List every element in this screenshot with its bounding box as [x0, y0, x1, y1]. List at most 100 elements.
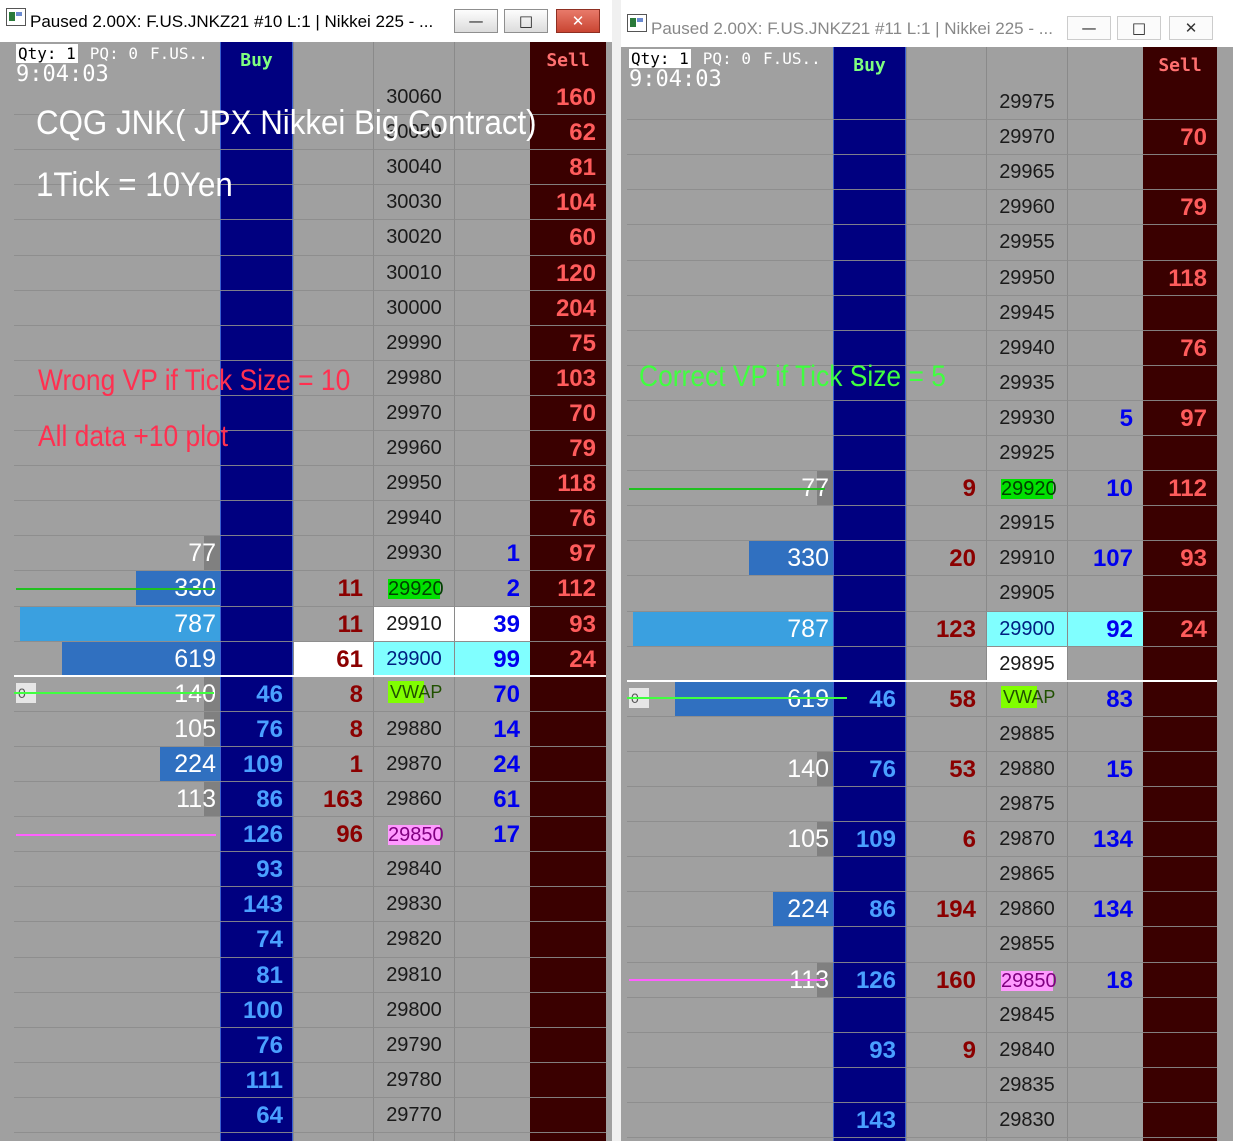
sell-size[interactable]: 75 [530, 326, 606, 361]
buy-size[interactable]: 46 [220, 677, 293, 712]
bid-traded[interactable]: 53 [907, 752, 986, 786]
bid-traded[interactable]: 8 [294, 712, 373, 746]
bid-traded[interactable]: 11 [294, 571, 373, 605]
bid-traded[interactable]: 9 [907, 471, 986, 505]
price-cell[interactable]: 30030 [374, 185, 454, 219]
price-cell[interactable]: 29875 [987, 787, 1067, 821]
right-title-bar[interactable]: Paused 2.00X: F.US.JNKZ21 #11 L:1 | Nikk… [621, 0, 1233, 47]
bid-traded[interactable]: 20 [907, 541, 986, 575]
price-cell[interactable]: 29845 [987, 998, 1067, 1032]
price-cell[interactable]: 29880 [987, 752, 1067, 786]
buy-size[interactable]: 143 [833, 1103, 906, 1138]
sell-size[interactable]: 79 [1143, 190, 1217, 225]
price-cell[interactable]: 29955 [987, 225, 1067, 259]
bid-traded[interactable]: 1 [294, 747, 373, 781]
price-cell[interactable]: 29830 [987, 1103, 1067, 1137]
price-cell[interactable]: 29850 [987, 963, 1067, 997]
ask-traded[interactable]: 5 [1068, 401, 1143, 435]
price-cell[interactable]: 29860 [987, 892, 1067, 926]
close-button[interactable]: ✕ [556, 9, 600, 33]
buy-header[interactable]: Buy [220, 42, 293, 80]
buy-size[interactable]: 74 [220, 922, 293, 957]
buy-size[interactable]: 86 [833, 892, 906, 927]
sell-size[interactable]: 24 [1143, 612, 1217, 647]
price-cell[interactable]: 29980 [374, 361, 454, 395]
price-cell[interactable]: 29835 [987, 1068, 1067, 1102]
price-cell[interactable]: 29925 [987, 436, 1067, 470]
ask-traded[interactable]: 107 [1068, 541, 1143, 575]
price-cell[interactable]: 30000 [374, 291, 454, 325]
price-cell[interactable]: 29885 [987, 717, 1067, 751]
ask-traded[interactable]: 70 [455, 677, 530, 711]
sell-size[interactable]: 81 [530, 150, 606, 185]
price-cell[interactable]: 29940 [374, 501, 454, 535]
bid-traded[interactable]: 163 [294, 782, 373, 816]
price-cell[interactable]: 29840 [987, 1033, 1067, 1067]
ask-traded[interactable]: 14 [455, 712, 530, 746]
buy-size[interactable]: 126 [220, 817, 293, 852]
price-cell[interactable]: 29930 [987, 401, 1067, 435]
price-cell[interactable]: 29910 [987, 541, 1067, 575]
minimize-button[interactable]: — [1067, 16, 1111, 40]
price-cell[interactable]: 29950 [374, 466, 454, 500]
price-cell[interactable]: 29820 [374, 922, 454, 956]
price-cell[interactable]: 29920 [987, 471, 1067, 505]
buy-size[interactable]: 64 [220, 1098, 293, 1133]
buy-header[interactable]: Buy [833, 47, 906, 85]
ask-traded[interactable]: 10 [1068, 471, 1143, 505]
sell-size[interactable]: 104 [530, 185, 606, 220]
sell-size[interactable]: 97 [530, 536, 606, 571]
price-cell[interactable]: 29895 [987, 646, 1067, 681]
price-cell[interactable]: 29940 [987, 331, 1067, 365]
price-cell[interactable]: 29850 [374, 817, 454, 851]
minimize-button[interactable]: — [454, 9, 498, 33]
ask-traded[interactable]: 15 [1068, 752, 1143, 786]
close-button[interactable]: ✕ [1169, 16, 1213, 40]
sell-size[interactable]: 76 [1143, 331, 1217, 366]
price-cell[interactable]: 29970 [987, 120, 1067, 154]
price-cell[interactable]: 29800 [374, 993, 454, 1027]
sell-size[interactable]: 24 [530, 642, 606, 677]
price-cell[interactable]: 29830 [374, 887, 454, 921]
sell-size[interactable]: 120 [530, 256, 606, 291]
buy-size[interactable]: 76 [833, 752, 906, 787]
price-cell[interactable]: 29900 [987, 611, 1067, 646]
price-cell[interactable]: 29770 [374, 1098, 454, 1132]
sell-size[interactable]: 70 [1143, 120, 1217, 155]
ask-traded[interactable]: 18 [1068, 963, 1143, 997]
ask-traded[interactable]: 99 [455, 641, 530, 676]
price-cell[interactable]: 29900 [374, 641, 454, 676]
bid-traded[interactable]: 123 [907, 612, 986, 646]
ask-traded[interactable]: 83 [1068, 682, 1143, 716]
price-cell[interactable]: 29945 [987, 296, 1067, 330]
price-cell[interactable]: 29910 [374, 606, 454, 641]
price-cell[interactable]: 29960 [374, 431, 454, 465]
price-cell[interactable]: VWAP [987, 682, 1067, 716]
price-cell[interactable]: 29865 [987, 857, 1067, 891]
ask-traded[interactable]: 92 [1068, 611, 1143, 646]
ask-traded[interactable]: 134 [1068, 822, 1143, 856]
sell-size[interactable]: 112 [1143, 471, 1217, 506]
sell-size[interactable]: 62 [530, 115, 606, 150]
left-title-bar[interactable]: Paused 2.00X: F.US.JNKZ21 #10 L:1 | Nikk… [0, 0, 612, 42]
buy-size[interactable]: 111 [220, 1063, 293, 1098]
bid-traded[interactable]: 58 [907, 682, 986, 716]
buy-size[interactable]: 109 [833, 822, 906, 857]
price-cell[interactable]: 30010 [374, 256, 454, 290]
price-cell[interactable]: 29990 [374, 326, 454, 360]
ask-traded[interactable]: 2 [455, 571, 530, 605]
price-cell[interactable]: 29930 [374, 536, 454, 570]
price-cell[interactable]: 29840 [374, 852, 454, 886]
bid-traded[interactable]: 8 [294, 677, 373, 711]
price-cell[interactable]: 30020 [374, 220, 454, 254]
price-cell[interactable]: 29905 [987, 576, 1067, 610]
price-cell[interactable]: 29870 [374, 747, 454, 781]
price-cell[interactable]: 29915 [987, 506, 1067, 540]
sell-size[interactable]: 112 [530, 571, 606, 606]
buy-size[interactable]: 100 [220, 993, 293, 1028]
bid-traded[interactable]: 96 [294, 817, 373, 851]
sell-size[interactable]: 93 [1143, 541, 1217, 576]
price-cell[interactable]: 29960 [987, 190, 1067, 224]
price-cell[interactable]: 29965 [987, 155, 1067, 189]
price-cell[interactable]: 30040 [374, 150, 454, 184]
